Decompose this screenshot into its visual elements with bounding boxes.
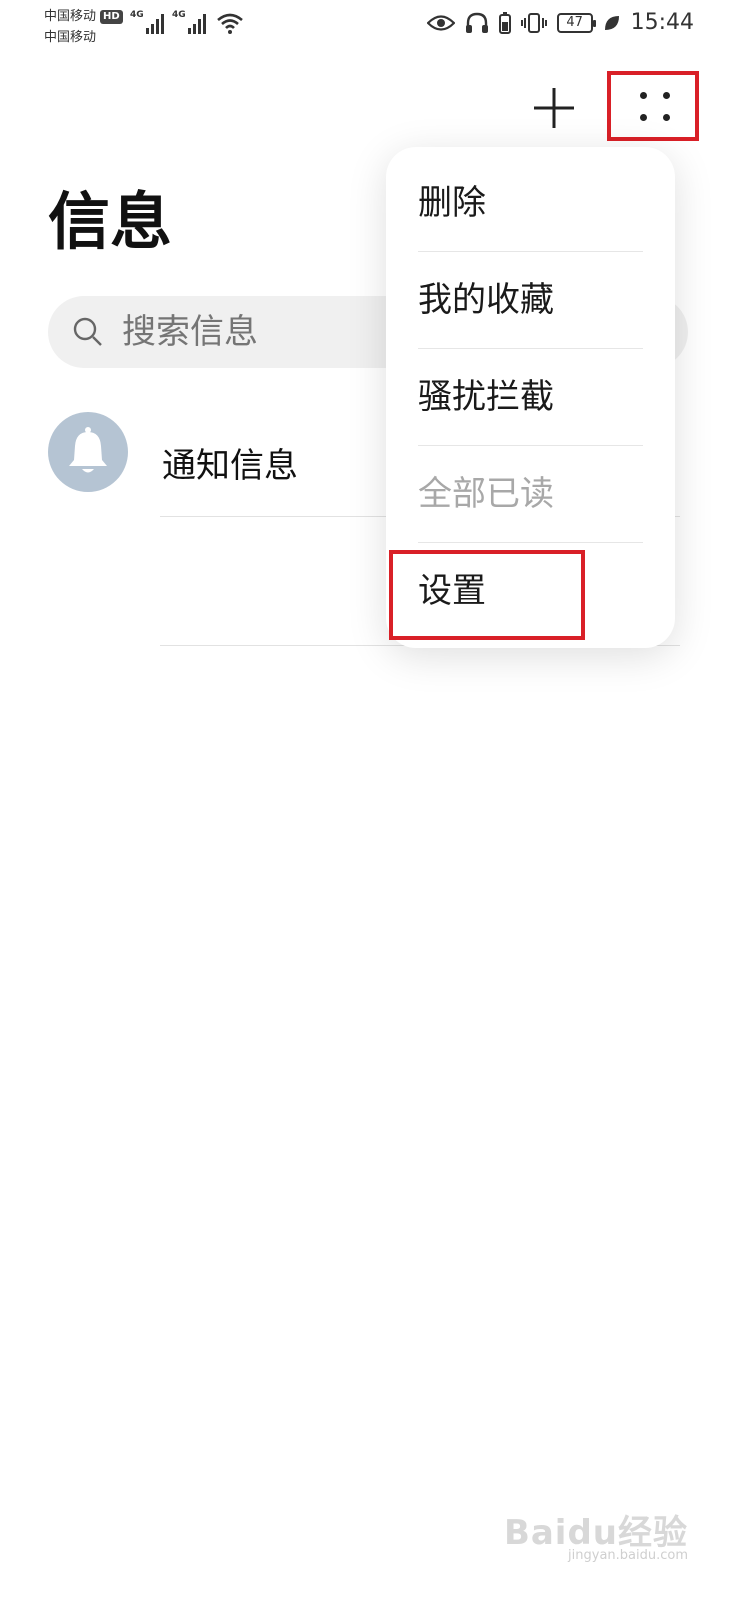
battery-level: 47 [566,14,583,30]
clock: 15:44 [630,10,694,35]
status-bar: 中国移动 HD 中国移动 4G 4G 47 15:44 [0,0,738,56]
network-2-label: 4G [172,10,186,20]
eye-icon [426,14,455,31]
conversation-title: 通知信息 [162,446,298,486]
signal-2-icon: 4G [172,10,206,34]
list-item-placeholder [160,530,375,630]
search-icon [73,317,102,346]
menu-item-label: 删除 [418,183,486,223]
watermark-logo: Baidu经验 [503,1513,688,1553]
wifi-icon [217,13,243,34]
bell-icon [69,427,107,473]
menu-item-label: 我的收藏 [418,280,554,320]
menu-item-mark-all-read: 全部已读 [418,446,643,543]
page-title: 信息 [48,185,173,258]
carrier-info: 中国移动 HD 中国移动 [44,6,123,48]
device-battery-icon [498,11,511,34]
carrier-2-label: 中国移动 [44,30,97,45]
status-right-group: 47 15:44 [426,10,694,35]
battery-icon: 47 [556,12,596,33]
settings-highlight-box [389,550,585,640]
menu-item-spam-block[interactable]: 骚扰拦截 [418,349,643,446]
carrier-1-label: 中国移动 [44,9,97,24]
signal-1-icon: 4G [130,10,164,34]
vibrate-icon [520,12,547,33]
menu-item-favorites[interactable]: 我的收藏 [418,252,643,349]
menu-item-delete[interactable]: 删除 [418,155,643,252]
signal-indicators: 4G 4G [130,10,244,34]
menu-item-label: 骚扰拦截 [418,377,554,417]
leaf-icon [604,15,619,30]
plus-icon [534,88,574,128]
more-options-button[interactable] [607,71,699,141]
hd-badge: HD [100,9,123,24]
menu-item-label: 全部已读 [418,474,554,514]
headphones-icon [465,12,488,33]
avatar [48,412,128,492]
watermark-url: jingyan.baidu.com [568,1548,688,1563]
new-message-button[interactable] [530,84,578,132]
network-1-label: 4G [130,10,144,20]
